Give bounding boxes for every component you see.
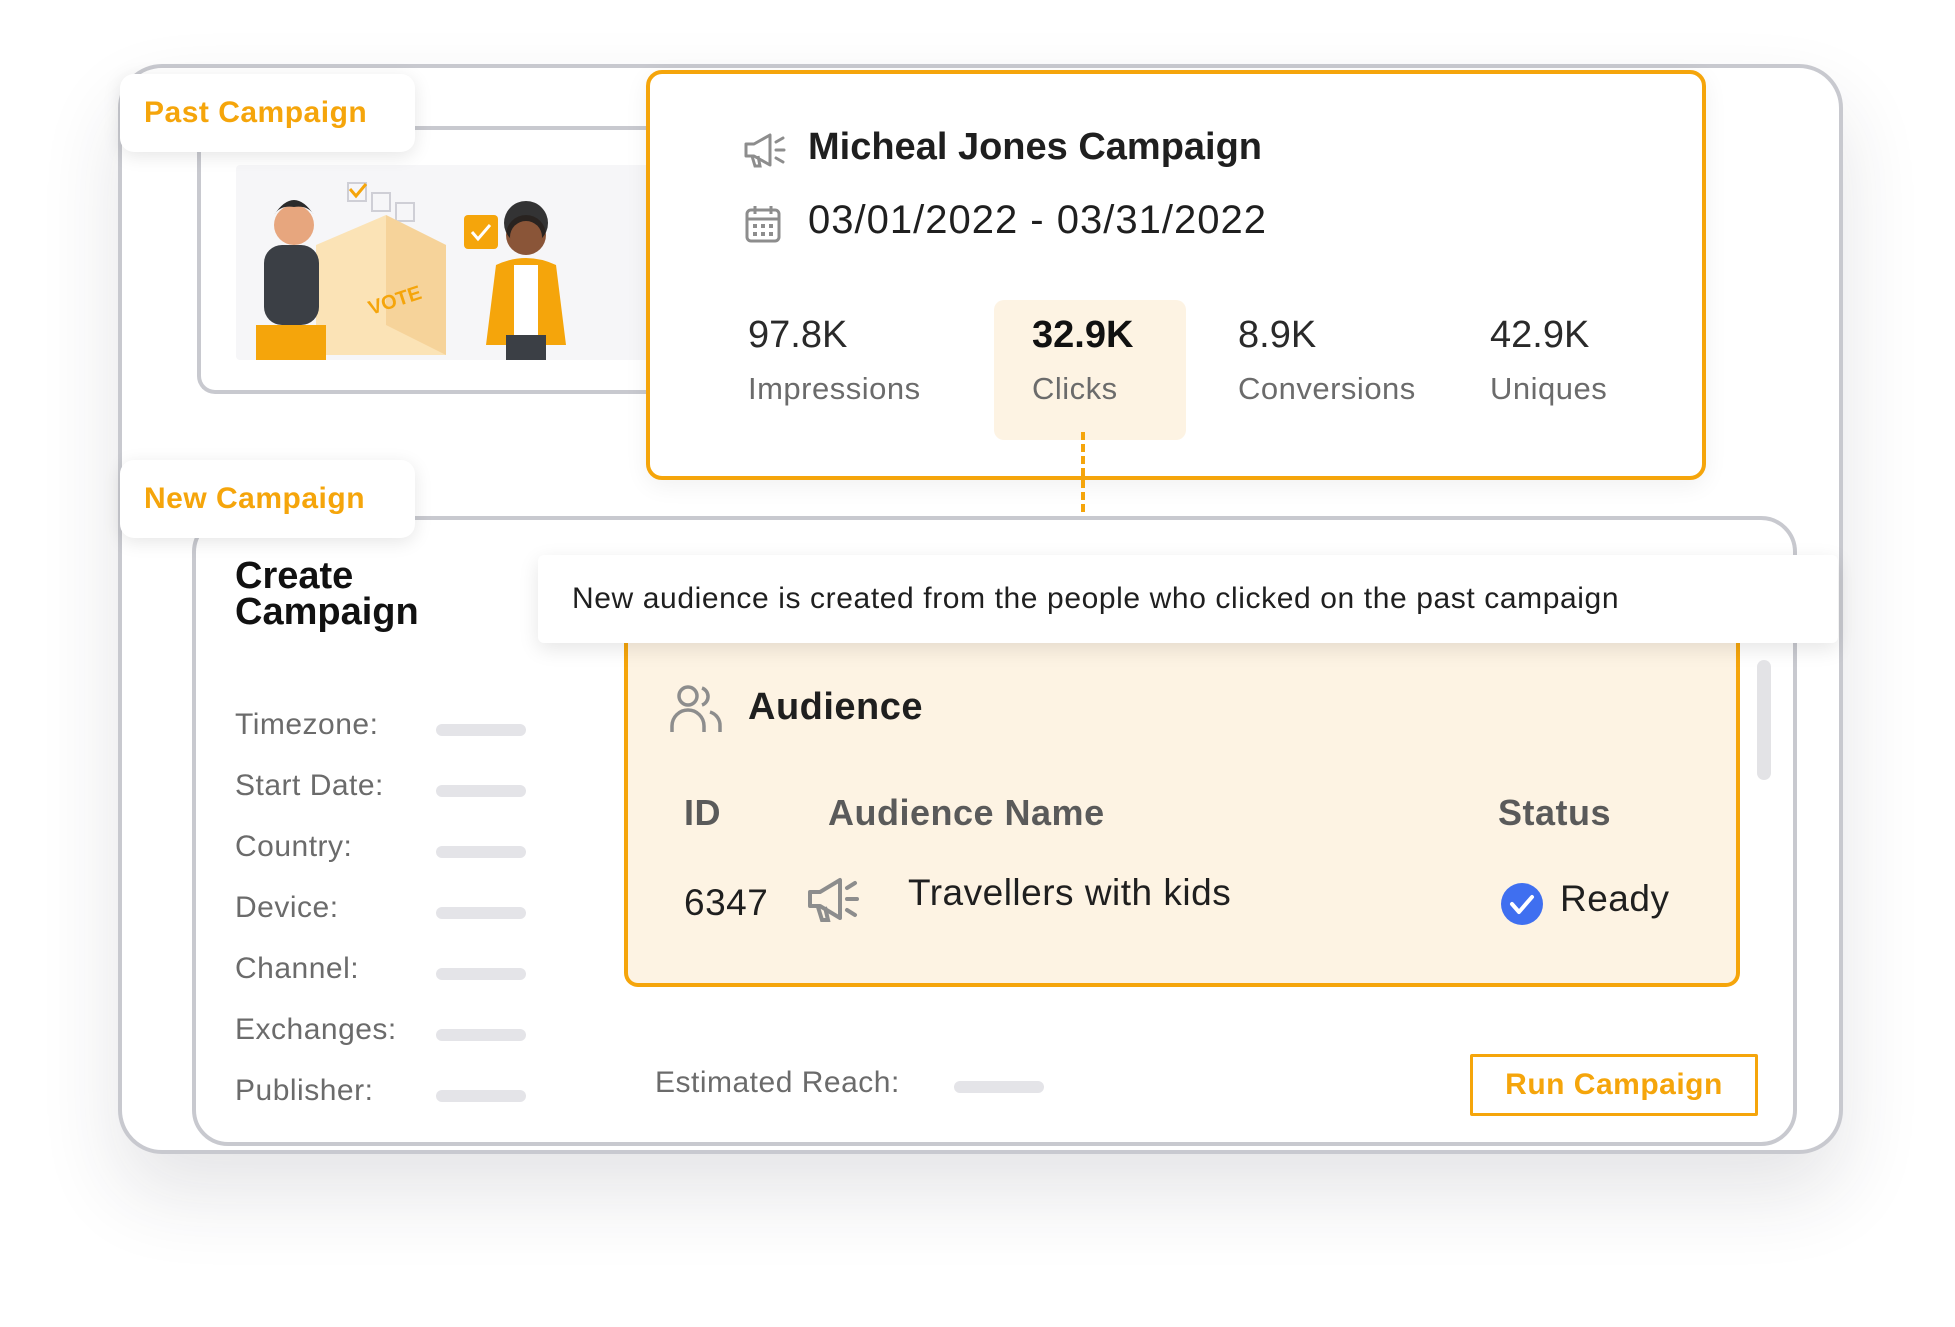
column-header-id: ID bbox=[684, 792, 721, 833]
tooltip-text: New audience is created from the people … bbox=[572, 582, 1620, 615]
start-date-field[interactable] bbox=[436, 785, 526, 797]
column-header-status: Status bbox=[1498, 792, 1612, 833]
campaign-date-range: 03/01/2022 - 03/31/2022 bbox=[808, 198, 1267, 242]
audience-name[interactable]: Travellers with kids bbox=[908, 872, 1231, 914]
past-campaign-tab[interactable]: Past Campaign bbox=[120, 74, 415, 152]
metric-clicks[interactable]: 32.9K Clicks bbox=[994, 300, 1186, 440]
timezone-field[interactable] bbox=[436, 724, 526, 736]
form-label-country: Country: bbox=[235, 830, 353, 863]
metric-value: 32.9K bbox=[1032, 314, 1134, 356]
audience-title: Audience bbox=[748, 686, 924, 728]
column-header-audience-name: Audience Name bbox=[828, 792, 1105, 833]
form-label-publisher: Publisher: bbox=[235, 1074, 374, 1107]
exchanges-field[interactable] bbox=[436, 1029, 526, 1041]
metric-value: 97.8K bbox=[748, 314, 848, 356]
metric-conversions: 8.9K Conversions bbox=[1238, 314, 1416, 407]
metric-value: 42.9K bbox=[1490, 314, 1590, 356]
metric-label: Uniques bbox=[1490, 371, 1608, 406]
estimated-reach-label: Estimated Reach: bbox=[655, 1066, 900, 1099]
form-label-device: Device: bbox=[235, 891, 339, 924]
check-circle-icon bbox=[1500, 882, 1544, 931]
campaign-summary-card: Micheal Jones Campaign 03/01/2022 - 03/3… bbox=[646, 70, 1706, 480]
audience-id: 6347 bbox=[684, 882, 769, 923]
metric-uniques: 42.9K Uniques bbox=[1490, 314, 1607, 407]
campaign-name: Micheal Jones Campaign bbox=[808, 126, 1263, 168]
voting-illustration-art: VOTE bbox=[256, 182, 566, 360]
channel-field[interactable] bbox=[436, 968, 526, 980]
form-label-exchanges: Exchanges: bbox=[235, 1013, 397, 1046]
calendar-icon bbox=[744, 204, 782, 249]
create-campaign-title: Create Campaign bbox=[235, 555, 419, 633]
metric-label: Clicks bbox=[1032, 371, 1118, 406]
audience-status: Ready bbox=[1560, 878, 1670, 919]
run-campaign-button[interactable]: Run Campaign bbox=[1470, 1054, 1758, 1116]
scrollbar[interactable] bbox=[1757, 660, 1771, 780]
megaphone-icon bbox=[742, 132, 786, 173]
people-icon bbox=[668, 680, 724, 741]
publisher-field[interactable] bbox=[436, 1090, 526, 1102]
new-campaign-tab[interactable]: New Campaign bbox=[120, 460, 415, 538]
country-field[interactable] bbox=[436, 846, 526, 858]
form-label-start-date: Start Date: bbox=[235, 769, 384, 802]
audience-card: Audience ID Audience Name Status 6347 Tr… bbox=[624, 640, 1740, 987]
voting-illustration: VOTE bbox=[236, 165, 656, 360]
audience-info-tooltip: New audience is created from the people … bbox=[538, 555, 1838, 643]
metric-label: Conversions bbox=[1238, 371, 1416, 406]
form-label-channel: Channel: bbox=[235, 952, 360, 985]
device-field[interactable] bbox=[436, 907, 526, 919]
metric-impressions: 97.8K Impressions bbox=[748, 314, 921, 407]
metric-label: Impressions bbox=[748, 371, 921, 406]
metric-value: 8.9K bbox=[1238, 314, 1317, 356]
form-label-timezone: Timezone: bbox=[235, 708, 379, 741]
estimated-reach-value bbox=[954, 1081, 1044, 1093]
